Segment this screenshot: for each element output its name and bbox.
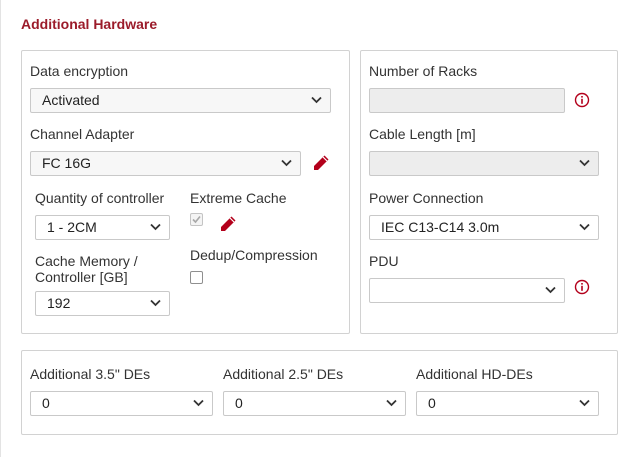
chevron-down-icon [386,399,397,407]
chevron-down-icon [545,286,556,294]
quantity-controller-label: Quantity of controller [35,190,165,206]
chevron-down-icon [281,159,292,167]
cable-length-select[interactable] [369,151,599,176]
cache-memory-value: 192 [47,295,71,311]
chevron-down-icon [193,399,204,407]
info-icon [574,279,590,295]
quantity-controller-select[interactable]: 1 - 2CM [35,215,170,240]
chevron-down-icon [579,159,590,167]
checkmark-icon [192,215,201,224]
de35-value: 0 [42,395,50,411]
chevron-down-icon [579,399,590,407]
extreme-cache-label: Extreme Cache [190,190,287,206]
data-encryption-value: Activated [42,92,100,108]
dedup-label: Dedup/Compression [190,247,318,263]
chevron-down-icon [150,223,161,231]
quantity-controller-value: 1 - 2CM [47,219,97,235]
hdde-value: 0 [428,395,436,411]
hardware-section: Additional Hardware Data encryption Acti… [0,0,640,457]
data-encryption-select[interactable]: Activated [30,88,331,113]
chevron-down-icon [579,223,590,231]
cable-length-label: Cable Length [m] [369,126,476,142]
chevron-down-icon [150,299,161,307]
extreme-cache-checkbox[interactable] [190,213,203,226]
de25-value: 0 [235,395,243,411]
power-connection-select[interactable]: IEC C13-C14 3.0m [369,215,599,240]
number-of-racks-label: Number of Racks [369,63,478,79]
hdde-label: Additional HD-DEs [416,366,533,382]
chevron-down-icon [311,96,322,104]
power-connection-value: IEC C13-C14 3.0m [381,219,500,235]
pencil-icon[interactable] [218,214,238,234]
power-connection-label: Power Connection [369,190,484,206]
channel-adapter-label: Channel Adapter [30,126,135,142]
pdu-select[interactable] [369,278,565,303]
channel-adapter-select[interactable]: FC 16G [30,151,301,176]
cache-memory-select[interactable]: 192 [35,291,170,316]
cache-memory-label-line2: Controller [GB] [35,269,128,285]
de25-label: Additional 2.5" DEs [223,366,344,382]
pdu-label: PDU [369,253,399,269]
dedup-checkbox[interactable] [190,271,203,284]
data-encryption-label: Data encryption [30,63,129,79]
number-of-racks-input[interactable] [369,88,565,113]
hdde-select[interactable]: 0 [416,391,599,416]
de35-label: Additional 3.5" DEs [30,366,151,382]
channel-adapter-value: FC 16G [42,155,92,171]
section-title: Additional Hardware [21,16,158,32]
pencil-icon[interactable] [311,153,331,173]
info-icon [574,92,590,108]
de25-select[interactable]: 0 [223,391,406,416]
cache-memory-label-line1: Cache Memory / [35,253,138,269]
de35-select[interactable]: 0 [30,391,213,416]
